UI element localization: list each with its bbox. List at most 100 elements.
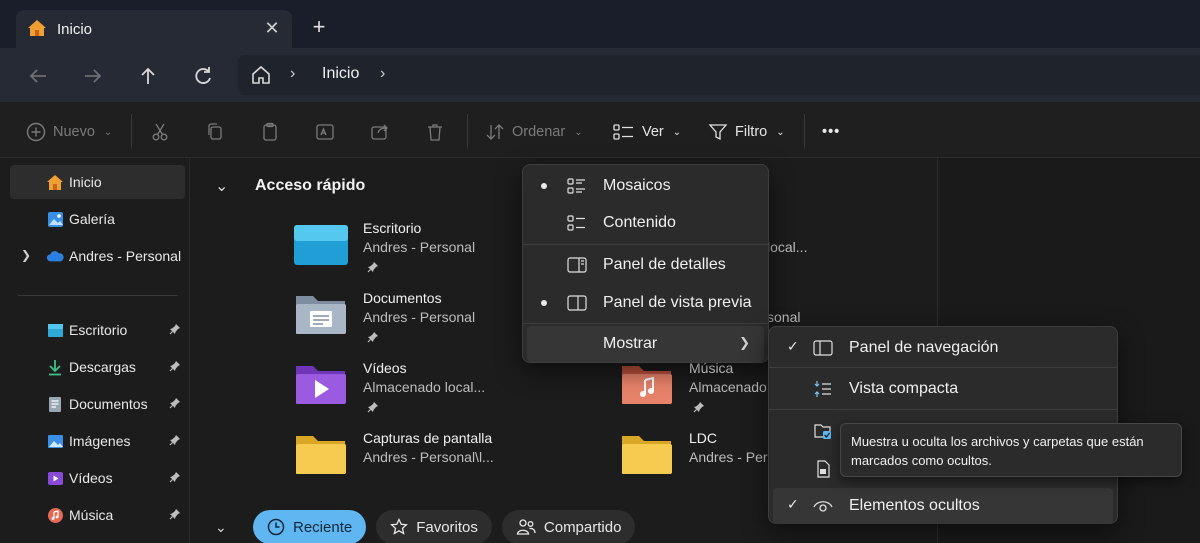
item-location: Andres - Personal: [363, 239, 476, 255]
item-location: Andres - Personal: [363, 309, 476, 325]
rename-button[interactable]: [315, 120, 335, 144]
breadcrumb-separator[interactable]: ›: [380, 65, 385, 83]
sort-button[interactable]: Ordenar ⌄: [485, 120, 583, 144]
collapse-chevron-icon[interactable]: ⌄: [215, 519, 231, 536]
item-location: local...: [767, 239, 808, 255]
menu-item-label: Vista compacta: [849, 380, 959, 397]
sidebar-item-label: Galería: [69, 211, 115, 227]
pin-icon: [169, 470, 181, 486]
command-bar: Nuevo ⌄ Ordenar ⌄ Ver ⌄ Filtro ⌄ •••: [0, 102, 1200, 158]
chevron-down-icon: ⌄: [776, 126, 785, 138]
documents-icon: [46, 395, 64, 413]
share-button[interactable]: [370, 120, 390, 144]
tiles-icon: [567, 177, 587, 195]
copy-button[interactable]: [205, 120, 225, 144]
sidebar-item-documentos[interactable]: Documentos: [10, 387, 185, 421]
pin-icon: [169, 322, 181, 338]
sidebar-item-onedrive[interactable]: Andres - Personal: [10, 239, 185, 273]
navigation-pane: Inicio Galería ❯ Andres - Personal Escri…: [0, 158, 190, 543]
checkbox-folder-icon: [813, 422, 833, 440]
quick-access-item[interactable]: Vídeos Almacenado local...: [293, 360, 593, 422]
sidebar-item-escritorio[interactable]: Escritorio: [10, 313, 185, 347]
menu-item-label: Elementos ocultos: [849, 497, 980, 514]
divider: [804, 114, 805, 148]
more-options-button[interactable]: •••: [822, 120, 840, 144]
chevron-down-icon: ⌄: [672, 126, 682, 138]
menu-item-label: Contenido: [603, 214, 676, 231]
sidebar-item-label: Música: [69, 507, 114, 523]
tooltip-line: marcados como ocultos.: [851, 453, 992, 468]
pin-icon: [169, 507, 181, 523]
sidebar-item-inicio[interactable]: Inicio: [10, 165, 185, 199]
chip-recent[interactable]: Reciente: [253, 510, 367, 543]
forward-button[interactable]: [79, 62, 107, 90]
breadcrumb-separator[interactable]: ›: [290, 65, 295, 83]
copy-icon: [208, 123, 222, 140]
cut-button[interactable]: [150, 120, 170, 144]
view-button[interactable]: Ver ⌄: [613, 120, 681, 144]
tooltip-line: Muestra u oculta los archivos y carpetas…: [851, 434, 1144, 449]
checkmark-icon: ✓: [787, 496, 799, 512]
menu-item-content[interactable]: Contenido: [527, 205, 764, 241]
quick-access-header[interactable]: ⌄ Acceso rápido: [215, 176, 365, 196]
home-icon: [46, 173, 64, 191]
address-bar[interactable]: › Inicio ›: [238, 55, 1200, 95]
sidebar-item-galeria[interactable]: Galería: [10, 202, 185, 236]
desktop-icon: [46, 321, 64, 339]
breadcrumb-inicio[interactable]: Inicio: [322, 65, 359, 83]
sidebar-item-musica[interactable]: Música: [10, 498, 185, 532]
item-location: Almacenado: [689, 379, 767, 395]
up-button[interactable]: [134, 62, 162, 90]
pictures-icon: [46, 432, 64, 450]
pin-icon: [169, 359, 181, 375]
menu-separator: [523, 323, 768, 324]
divider: [18, 295, 178, 296]
menu-separator: [769, 367, 1117, 368]
chip-favorites[interactable]: Favoritos: [376, 510, 492, 543]
sidebar-item-descargas[interactable]: Descargas: [10, 350, 185, 384]
view-menu: Mosaicos Contenido Panel de detalles Pan…: [522, 164, 769, 363]
filter-label: Filtro: [735, 124, 768, 140]
download-icon: [46, 358, 64, 376]
item-name: Documentos: [363, 290, 442, 306]
menu-item-show[interactable]: Mostrar ❯: [527, 326, 764, 362]
videos-folder-icon: [293, 362, 349, 410]
refresh-button[interactable]: [189, 62, 217, 90]
delete-button[interactable]: [425, 120, 445, 144]
clock-icon: [267, 518, 285, 536]
new-button[interactable]: Nuevo ⌄: [26, 120, 112, 144]
chevron-down-icon: ⌄: [574, 126, 583, 138]
sidebar-item-imagenes[interactable]: Imágenes: [10, 424, 185, 458]
filter-button[interactable]: Filtro ⌄: [708, 120, 785, 144]
back-button[interactable]: [24, 62, 52, 90]
paste-button[interactable]: [260, 120, 280, 144]
file-extension-icon: [813, 460, 833, 478]
tab-title: Inicio: [57, 21, 93, 38]
home-icon[interactable]: [250, 64, 272, 91]
tab-inicio[interactable]: Inicio ✕: [16, 10, 292, 48]
menu-item-compact-view[interactable]: Vista compacta: [773, 371, 1113, 407]
item-location: sonal: [767, 309, 801, 325]
menu-item-preview-pane[interactable]: Panel de vista previa: [527, 285, 764, 321]
trash-icon: [428, 124, 442, 141]
sidebar-item-videos[interactable]: Vídeos: [10, 461, 185, 495]
close-tab-button[interactable]: ✕: [260, 16, 284, 40]
menu-item-details-pane[interactable]: Panel de detalles: [527, 247, 764, 283]
quick-access-item[interactable]: Capturas de pantalla Andres - Personal\l…: [293, 430, 593, 492]
sort-icon: [486, 124, 504, 140]
documents-folder-icon: [293, 292, 349, 340]
collapse-chevron-icon[interactable]: ⌄: [215, 176, 231, 196]
checkmark-icon: ✓: [787, 338, 799, 354]
menu-item-tiles[interactable]: Mosaicos: [527, 168, 764, 204]
sidebar-item-label: Imágenes: [69, 433, 131, 449]
star-icon: [390, 518, 409, 535]
menu-item-label: Mosaicos: [603, 177, 671, 194]
eye-icon: [813, 497, 833, 515]
chip-shared[interactable]: Compartido: [501, 510, 636, 543]
new-tab-button[interactable]: +: [306, 14, 332, 40]
menu-item-navigation-pane[interactable]: ✓ Panel de navegación: [773, 330, 1113, 366]
gallery-icon: [46, 210, 64, 228]
menu-separator: [523, 244, 768, 245]
menu-item-hidden-items[interactable]: ✓ Elementos ocultos: [773, 488, 1113, 524]
navigation-bar: › Inicio ›: [0, 48, 1200, 102]
